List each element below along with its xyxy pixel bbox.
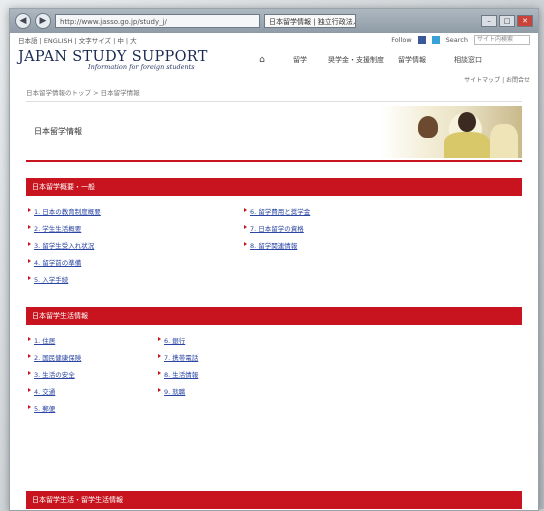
forward-icon[interactable]: ▶	[35, 13, 51, 29]
search-label: Search	[445, 36, 468, 44]
list-item[interactable]: 3. 留学生受入れ状況	[26, 240, 242, 257]
top-utility-bar: 日本語 | ENGLISH | 文字サイズ | 中 | 大 Follow Sea…	[10, 33, 538, 47]
list-item[interactable]: 5. 入学手続	[26, 274, 242, 291]
list-item[interactable]: 7. 携帯電話	[156, 352, 376, 369]
page-header-band: 日本留学情報	[26, 102, 522, 160]
list-item[interactable]: 5. 郵便	[26, 403, 156, 420]
section-2-header: 日本留学生活情報	[26, 307, 522, 325]
list-item[interactable]: 7. 日本留学の資格	[242, 223, 462, 240]
section-2-links: 1. 住居 2. 国民健康保険 3. 生活の安全 4. 交通 5. 郵便 6. …	[26, 335, 522, 420]
follow-label: Follow	[391, 36, 412, 44]
list-item[interactable]: 4. 交通	[26, 386, 156, 403]
list-item[interactable]: 3. 生活の安全	[26, 369, 156, 386]
maximize-icon[interactable]: □	[499, 15, 515, 27]
nav-item[interactable]: 奨学金・支援制度	[328, 55, 384, 65]
list-item[interactable]: 9. 就職	[156, 386, 376, 403]
section-1-header: 日本留学概要・一般	[26, 178, 522, 196]
site-header: JAPAN STUDY SUPPORT Information for fore…	[10, 47, 538, 84]
nav-item[interactable]: 相談窓口	[440, 55, 496, 65]
breadcrumb[interactable]: 日本留学情報のトップ > 日本留学情報	[26, 87, 522, 102]
back-icon[interactable]: ◀	[15, 13, 31, 29]
section-3-header: 日本留学生活・留学生活情報	[26, 491, 522, 509]
close-icon[interactable]: ✕	[517, 15, 533, 27]
address-bar[interactable]: http://www.jasso.go.jp/study_j/	[55, 14, 260, 28]
divider	[26, 160, 522, 162]
list-item[interactable]: 6. 銀行	[156, 335, 376, 352]
browser-window: ◀ ▶ http://www.jasso.go.jp/study_j/ 日本留学…	[9, 8, 539, 511]
list-item[interactable]: 8. 留学関連情報	[242, 240, 462, 257]
section-1-links: 1. 日本の教育制度概要 2. 学生生活概要 3. 留学生受入れ状況 4. 留学…	[26, 206, 522, 291]
language-links[interactable]: 日本語 | ENGLISH | 文字サイズ | 中 | 大	[18, 35, 137, 45]
browser-toolbar: ◀ ▶ http://www.jasso.go.jp/study_j/ 日本留学…	[10, 9, 538, 33]
list-item[interactable]: 1. 住居	[26, 335, 156, 352]
list-item[interactable]: 4. 留学前の準備	[26, 257, 242, 274]
list-item[interactable]: 6. 留学費用と奨学金	[242, 206, 462, 223]
utility-links[interactable]: サイトマップ | お問合せ	[464, 75, 530, 84]
nav-item[interactable]: 留学	[272, 55, 328, 65]
list-item[interactable]: 8. 生活情報	[156, 369, 376, 386]
home-icon[interactable]: ⌂	[252, 55, 272, 65]
main-nav: ⌂ 留学 奨学金・支援制度 留学情報 相談窓口	[252, 55, 496, 65]
browser-tab[interactable]: 日本留学情報 | 独立行政法人...	[264, 14, 356, 28]
twitter-icon[interactable]	[431, 36, 440, 44]
page-title: 日本留学情報	[34, 127, 82, 136]
facebook-icon[interactable]	[417, 36, 426, 44]
list-item[interactable]: 2. 学生生活概要	[26, 223, 242, 240]
site-logo[interactable]: JAPAN STUDY SUPPORT Information for fore…	[18, 49, 208, 71]
logo-sub-text: Information for foreign students	[88, 63, 195, 71]
nav-item[interactable]: 留学情報	[384, 55, 440, 65]
header-photo	[380, 106, 522, 158]
window-controls: – □ ✕	[481, 15, 533, 27]
search-input[interactable]: サイト内検索	[474, 35, 530, 45]
list-item[interactable]: 1. 日本の教育制度概要	[26, 206, 242, 223]
minimize-icon[interactable]: –	[481, 15, 497, 27]
list-item[interactable]: 2. 国民健康保険	[26, 352, 156, 369]
